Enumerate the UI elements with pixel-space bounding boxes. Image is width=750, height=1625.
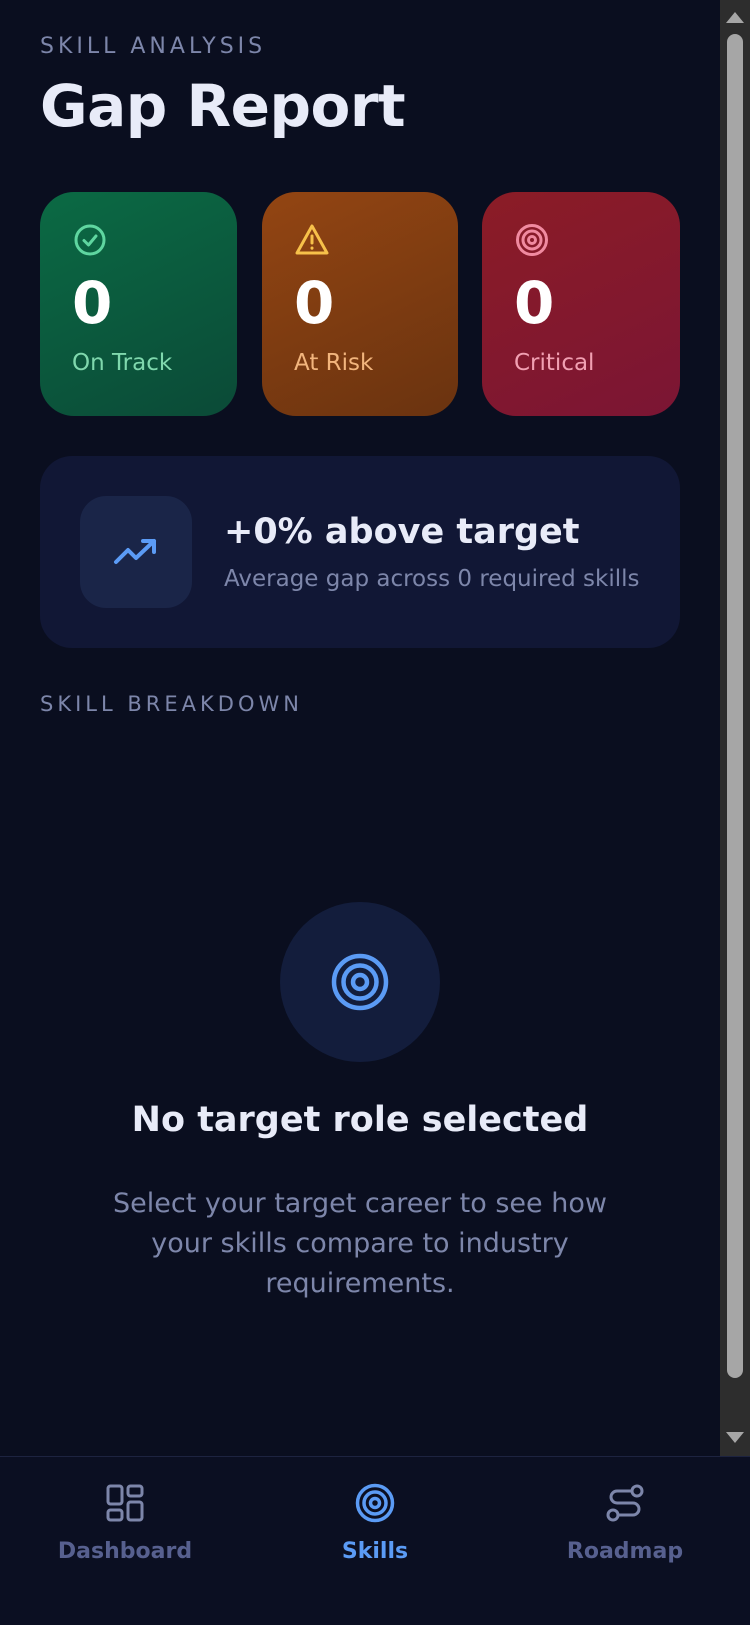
nav-item-dashboard[interactable]: Dashboard	[0, 1457, 250, 1625]
check-circle-icon	[74, 224, 106, 256]
bottom-navigation: Dashboard Skills Roadmap	[0, 1456, 750, 1625]
empty-state-icon-circle	[280, 902, 440, 1062]
stat-card-critical: 0 Critical	[482, 192, 680, 416]
stat-label: Critical	[514, 350, 595, 376]
stat-value: 0	[294, 269, 335, 337]
main-content: SKILL ANALYSIS Gap Report 0 On Track 0 A…	[0, 0, 720, 1456]
scrollbar-thumb[interactable]	[727, 34, 743, 1378]
route-icon	[606, 1484, 644, 1522]
nav-label: Roadmap	[566, 1539, 684, 1564]
nav-item-skills[interactable]: Skills	[250, 1457, 500, 1625]
stat-value: 0	[514, 269, 555, 337]
empty-state-title: No target role selected	[131, 1100, 589, 1140]
nav-label: Skills	[341, 1539, 409, 1564]
summary-icon-box	[80, 496, 192, 608]
nav-label: Dashboard	[57, 1539, 193, 1564]
target-icon	[331, 953, 389, 1011]
summary-subtext: Average gap across 0 required skills	[224, 566, 640, 592]
nav-item-roadmap[interactable]: Roadmap	[500, 1457, 750, 1625]
empty-state-text: Select your target career to see how you…	[113, 1188, 607, 1299]
stat-card-at-risk: 0 At Risk	[262, 192, 458, 416]
section-label-skill-breakdown: SKILL BREAKDOWN	[40, 692, 303, 716]
page-title: Gap Report	[40, 72, 406, 140]
stat-label: At Risk	[294, 350, 374, 376]
vertical-scrollbar[interactable]	[720, 0, 750, 1456]
stat-value: 0	[72, 269, 113, 337]
page-eyebrow: SKILL ANALYSIS	[40, 34, 267, 59]
dashboard-grid-icon	[106, 1484, 144, 1522]
target-icon	[516, 224, 548, 256]
average-gap-card: +0% above target Average gap across 0 re…	[40, 456, 680, 648]
scroll-down-arrow-icon[interactable]	[726, 1432, 744, 1443]
warning-triangle-icon	[295, 224, 329, 255]
trending-up-icon	[114, 539, 156, 564]
stat-label: On Track	[72, 350, 173, 376]
summary-headline: +0% above target	[224, 512, 580, 552]
scroll-up-arrow-icon[interactable]	[726, 12, 744, 23]
stat-card-on-track: 0 On Track	[40, 192, 237, 416]
target-icon	[355, 1483, 395, 1523]
